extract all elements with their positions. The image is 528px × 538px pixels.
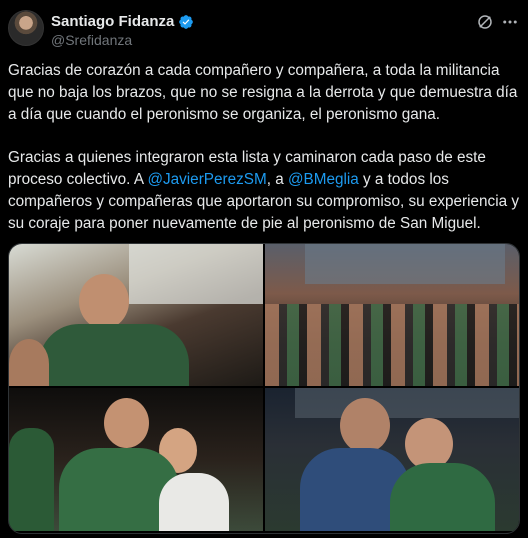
mention-link[interactable]: @BMeglia	[288, 171, 359, 188]
media-grid	[8, 243, 520, 534]
photo-victory-sign-pair[interactable]	[9, 388, 263, 531]
verified-badge-icon	[179, 14, 194, 29]
photo-speaker-microphone[interactable]	[9, 244, 263, 386]
author-handle[interactable]: @Srefidanza	[51, 32, 132, 48]
author-name-row: Santiago Fidanza	[51, 13, 194, 30]
tweet-paragraph-1: Gracias de corazón a cada compañero y co…	[8, 62, 518, 123]
avatar[interactable]	[8, 10, 44, 46]
tweet-header: Santiago Fidanza @Srefidanza	[8, 10, 520, 50]
tweet-text: Gracias de corazón a cada compañero y co…	[8, 60, 520, 235]
tweet-card: Santiago Fidanza @Srefidanza Gracias de …	[0, 0, 528, 538]
mention-link[interactable]: @JavierPerezSM	[147, 171, 266, 188]
photo-victory-sign-duo[interactable]	[265, 388, 519, 531]
photo-group-crowd[interactable]	[265, 244, 519, 386]
more-options-icon[interactable]	[500, 13, 520, 31]
grok-icon[interactable]	[476, 13, 494, 31]
tweet-paragraph-2: Gracias a quienes integraron esta lista …	[8, 147, 520, 234]
tweet-text-segment: , a	[266, 171, 288, 189]
author-name[interactable]: Santiago Fidanza	[51, 13, 174, 30]
